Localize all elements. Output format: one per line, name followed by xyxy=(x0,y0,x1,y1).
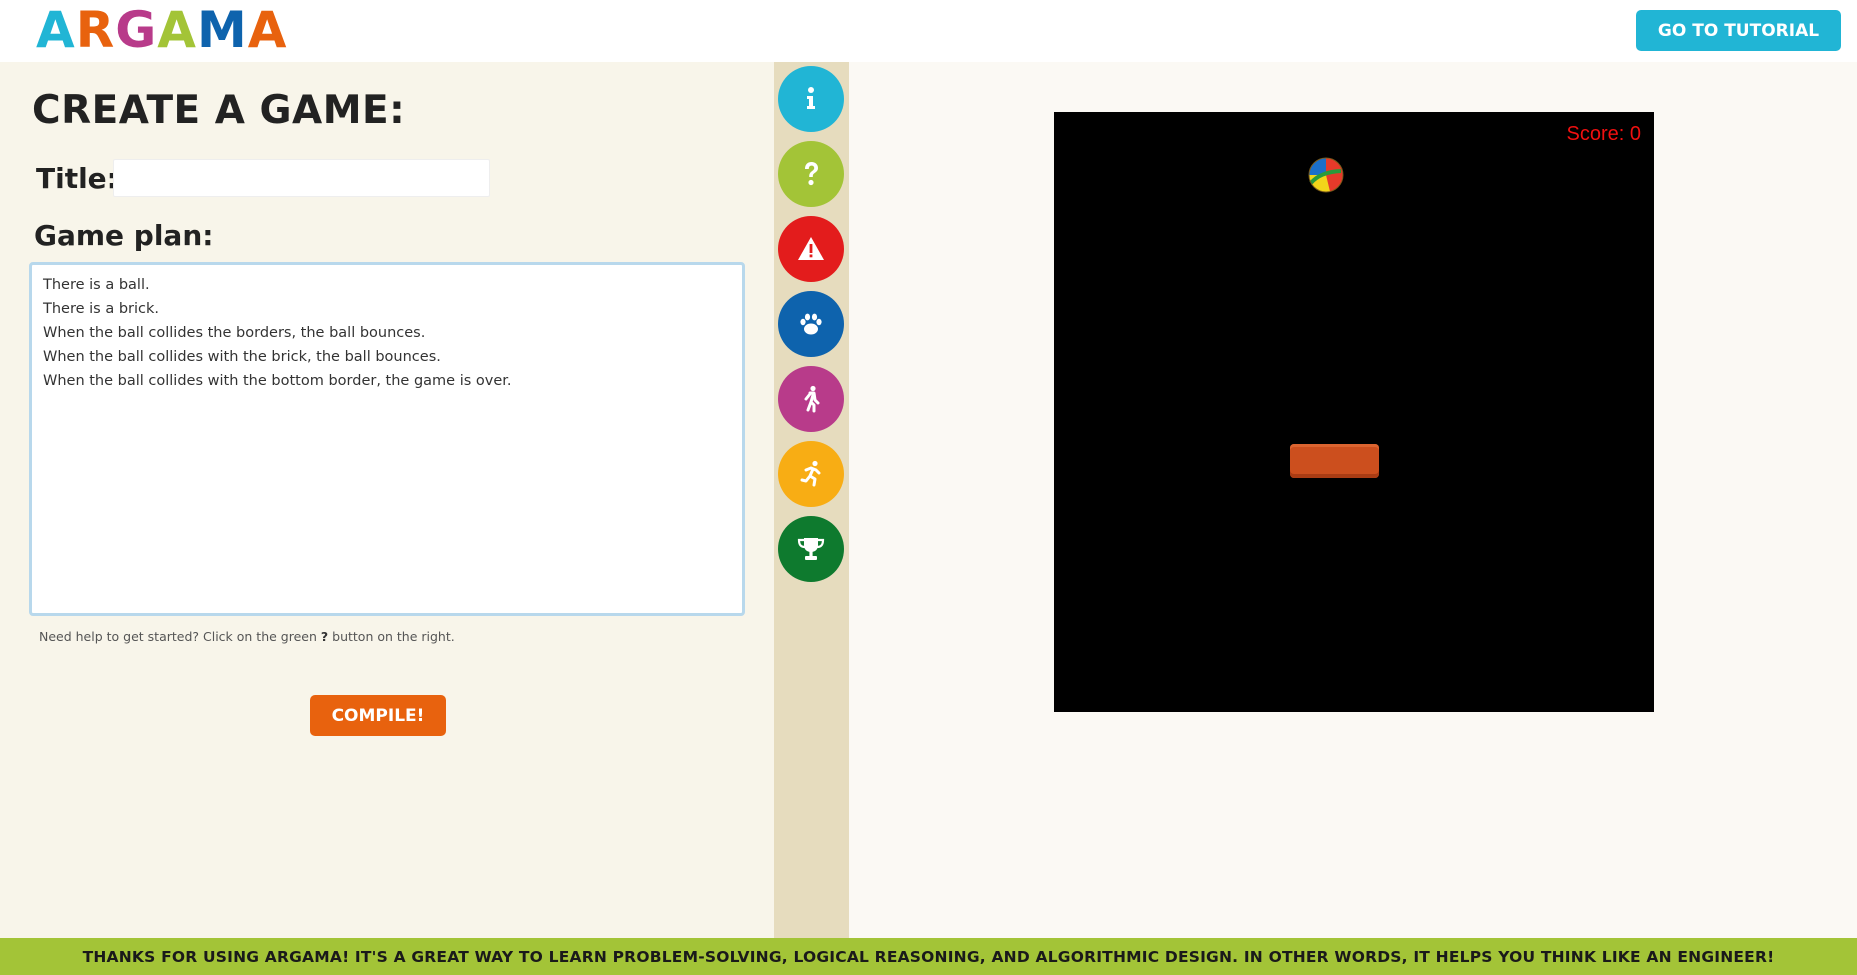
run-button[interactable] xyxy=(778,441,844,507)
help-hint-before: Need help to get started? Click on the g… xyxy=(39,629,317,644)
plan-line: When the ball collides the borders, the … xyxy=(43,325,426,341)
paw-icon xyxy=(800,313,822,335)
tool-icon-column xyxy=(774,62,849,938)
logo-letter: R xyxy=(75,1,116,59)
help-question-symbol: ? xyxy=(320,629,329,644)
plan-line: When the ball collides with the bottom b… xyxy=(43,373,512,389)
title-label: Title: xyxy=(36,162,118,195)
paw-button[interactable] xyxy=(778,291,844,357)
compile-button[interactable]: COMPILE! xyxy=(310,695,446,736)
go-to-tutorial-button[interactable]: GO TO TUTORIAL xyxy=(1636,10,1841,51)
game-canvas[interactable]: Score: 0 xyxy=(1054,112,1654,712)
walk-button[interactable] xyxy=(778,366,844,432)
plan-line: There is a ball. xyxy=(43,277,150,293)
plan-line: When the ball collides with the brick, t… xyxy=(43,349,441,365)
game-plan-textarea[interactable]: There is a ball. There is a brick. When … xyxy=(29,262,745,616)
walking-icon xyxy=(804,385,820,413)
logo-letter: A xyxy=(36,1,76,59)
help-button[interactable] xyxy=(778,141,844,207)
trophy-icon xyxy=(797,538,825,560)
footer-banner: THANKS FOR USING ARGAMA! IT'S A GREAT WA… xyxy=(0,938,1857,975)
trophy-button[interactable] xyxy=(778,516,844,582)
brick-sprite xyxy=(1290,444,1379,478)
logo-letter: M xyxy=(196,1,248,59)
page-title: CREATE A GAME: xyxy=(32,88,406,133)
help-icon xyxy=(805,162,818,186)
warning-button[interactable] xyxy=(778,216,844,282)
editor-panel: CREATE A GAME: Title: Game plan: There i… xyxy=(0,62,774,938)
info-button[interactable] xyxy=(778,66,844,132)
info-icon xyxy=(807,87,815,109)
logo-letter: A xyxy=(247,1,288,59)
top-header: ARGAMA GO TO TUTORIAL xyxy=(0,0,1857,62)
ball-sprite xyxy=(1308,157,1344,193)
argama-logo[interactable]: ARGAMA xyxy=(36,4,287,56)
help-hint: Need help to get started? Click on the g… xyxy=(39,629,455,644)
plan-line: There is a brick. xyxy=(43,301,159,317)
running-icon xyxy=(800,460,821,487)
score-display: Score: 0 xyxy=(1566,123,1641,145)
game-plan-label: Game plan: xyxy=(34,219,214,252)
help-hint-after: button on the right. xyxy=(332,629,455,644)
title-input[interactable] xyxy=(113,159,490,197)
logo-letter: G xyxy=(115,1,158,59)
warning-icon xyxy=(798,237,824,260)
logo-letter: A xyxy=(157,1,197,59)
